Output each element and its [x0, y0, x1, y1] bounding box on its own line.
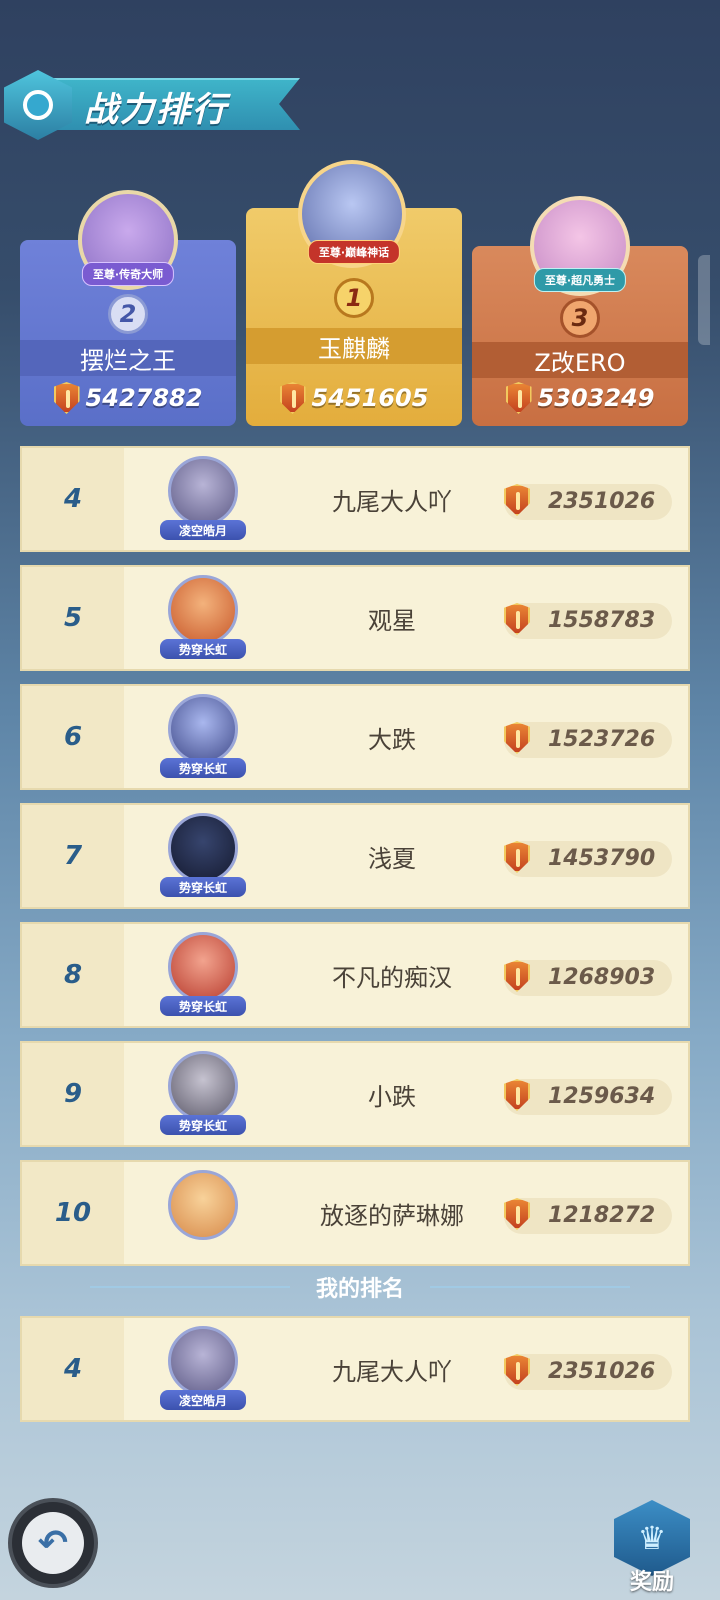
- avatar: 凌空皓月: [160, 456, 246, 542]
- avatar: 势穿长虹: [160, 575, 246, 661]
- power-shield-icon: [504, 484, 530, 516]
- title-tag: 势穿长虹: [160, 877, 246, 897]
- title-tag: 势穿长虹: [160, 639, 246, 659]
- rank-number: 5: [22, 567, 124, 669]
- player-name: 小跌: [368, 1082, 416, 1111]
- rank-medal-icon: 3: [560, 298, 600, 338]
- tier-badge: 至尊·传奇大师: [81, 262, 175, 286]
- list-item[interactable]: 6 势穿长虹 大跌 1523726: [20, 684, 690, 790]
- power-value: 5451605: [246, 382, 462, 414]
- avatar: 势穿长虹: [160, 694, 246, 780]
- power-number: 1453790: [548, 846, 656, 871]
- power-number: 1268903: [548, 965, 656, 990]
- player-name: 放逐的萨琳娜: [320, 1201, 464, 1230]
- avatar: 势穿长虹: [160, 813, 246, 899]
- power-number: 1558783: [548, 608, 656, 633]
- side-tab-handle[interactable]: [698, 255, 710, 345]
- avatar: 势穿长虹: [160, 932, 246, 1018]
- back-arrow-icon: ↶: [22, 1512, 84, 1574]
- player-name: 九尾大人吖: [332, 487, 452, 516]
- avatar: 势穿长虹: [160, 1051, 246, 1137]
- power-shield-icon: [504, 603, 530, 635]
- power-value: 1268903: [504, 960, 672, 996]
- my-rank-heading: 我的排名: [0, 1270, 720, 1304]
- rank-number: 9: [22, 1043, 124, 1145]
- tier-badge: 至尊·超凡勇士: [533, 268, 627, 292]
- list-item[interactable]: 8 势穿长虹 不凡的痴汉 1268903: [20, 922, 690, 1028]
- list-item[interactable]: 7 势穿长虹 浅夏 1453790: [20, 803, 690, 909]
- reward-label: 奖励: [629, 1570, 674, 1595]
- player-name: 九尾大人吖: [332, 1357, 452, 1386]
- reward-button[interactable]: ♛ 奖励: [610, 1500, 694, 1596]
- list-item[interactable]: 10 放逐的萨琳娜 1218272: [20, 1160, 690, 1266]
- power-value: 1453790: [504, 841, 672, 877]
- avatar: 凌空皓月: [160, 1326, 246, 1412]
- power-shield-icon: [504, 841, 530, 873]
- power-shield-icon: [505, 382, 532, 414]
- tier-badge: 至尊·巅峰神话: [307, 240, 401, 264]
- power-shield-icon: [504, 960, 530, 992]
- page-title: 战力排行: [84, 90, 228, 130]
- power-value: 2351026: [504, 1354, 672, 1390]
- back-button[interactable]: ↶: [8, 1498, 98, 1588]
- rank-number: 6: [22, 686, 124, 788]
- power-shield-icon: [504, 1198, 530, 1230]
- power-shield-icon: [504, 1354, 530, 1386]
- rank-medal-icon: 1: [334, 278, 374, 318]
- power-number: 1259634: [548, 1084, 656, 1109]
- rank-medal-icon: 2: [108, 294, 148, 334]
- power-shield-icon: [279, 382, 306, 414]
- power-number: 2351026: [548, 489, 656, 514]
- player-name: 玉麒麟: [246, 328, 462, 364]
- power-value: 1218272: [504, 1198, 672, 1234]
- power-number: 5451605: [311, 384, 429, 412]
- title-tag: 势穿长虹: [160, 1115, 246, 1135]
- title-tag: 势穿长虹: [160, 758, 246, 778]
- rank-number: 8: [22, 924, 124, 1026]
- power-shield-icon: [504, 1079, 530, 1111]
- power-value: 5303249: [472, 382, 688, 414]
- power-value: 1259634: [504, 1079, 672, 1115]
- power-value: 1558783: [504, 603, 672, 639]
- player-name: 观星: [368, 606, 416, 635]
- title-tag: 势穿长虹: [160, 996, 246, 1016]
- player-name: 不凡的痴汉: [332, 963, 452, 992]
- power-number: 5303249: [537, 384, 655, 412]
- power-number: 1523726: [548, 727, 656, 752]
- power-number: 1218272: [548, 1203, 656, 1228]
- rank-number: 4: [22, 1318, 124, 1420]
- player-name: Z改ERO: [472, 342, 688, 378]
- podium-card-rank-1[interactable]: 至尊·巅峰神话 1 玉麒麟 5451605: [246, 160, 462, 426]
- power-value: 1523726: [504, 722, 672, 758]
- player-name: 摆烂之王: [20, 340, 236, 376]
- avatar: [160, 1170, 246, 1256]
- rank-number: 7: [22, 805, 124, 907]
- power-shield-icon: [504, 722, 530, 754]
- player-name: 大跌: [368, 725, 416, 754]
- power-number: 2351026: [548, 1359, 656, 1384]
- podium-card-rank-2[interactable]: 至尊·传奇大师 2 摆烂之王 5427882: [20, 190, 236, 426]
- player-name: 浅夏: [368, 844, 416, 873]
- my-rank-row[interactable]: 4 凌空皓月 九尾大人吖 2351026: [20, 1316, 690, 1422]
- podium-card-rank-3[interactable]: 至尊·超凡勇士 3 Z改ERO 5303249: [472, 196, 688, 426]
- page-header: 战力排行: [4, 70, 300, 140]
- power-number: 5427882: [85, 384, 203, 412]
- list-item[interactable]: 5 势穿长虹 观星 1558783: [20, 565, 690, 671]
- list-item[interactable]: 4 凌空皓月 九尾大人吖 2351026: [20, 446, 690, 552]
- power-value: 5427882: [20, 382, 236, 414]
- power-shield-icon: [53, 382, 80, 414]
- rank-number: 10: [22, 1162, 124, 1264]
- power-value: 2351026: [504, 484, 672, 520]
- title-tag: 凌空皓月: [160, 520, 246, 540]
- list-item[interactable]: 9 势穿长虹 小跌 1259634: [20, 1041, 690, 1147]
- rank-number: 4: [22, 448, 124, 550]
- title-tag: 凌空皓月: [160, 1390, 246, 1410]
